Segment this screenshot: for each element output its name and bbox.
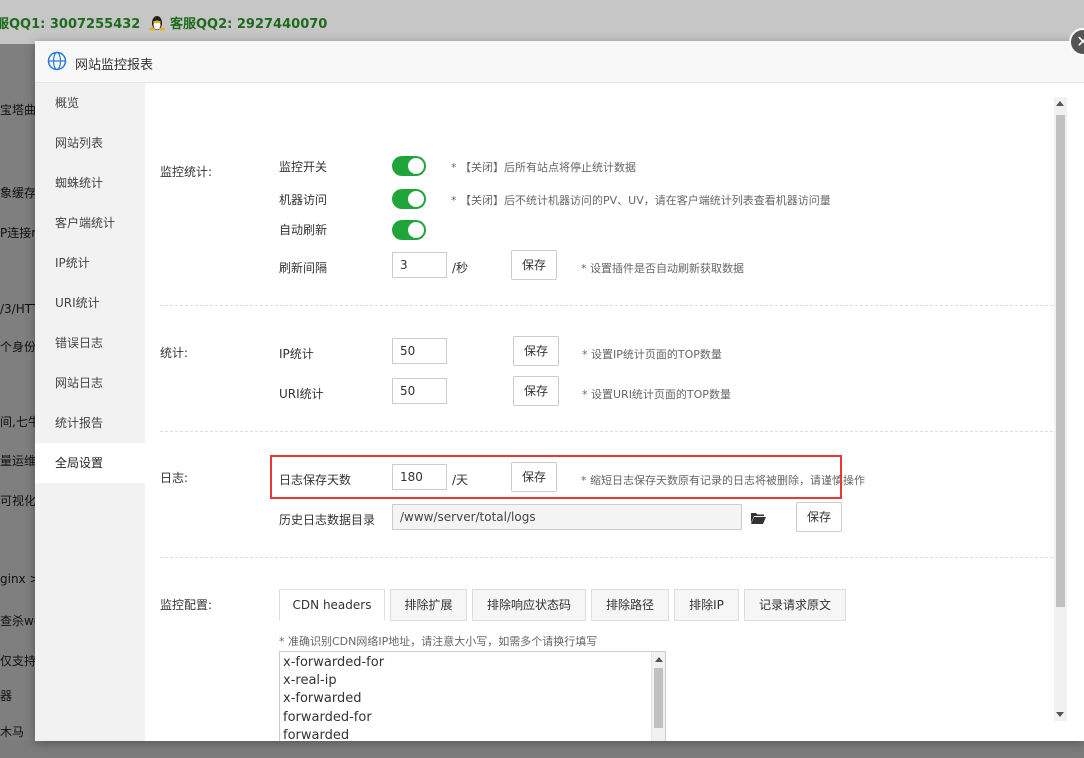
bg-side-item: P连接re	[0, 226, 40, 240]
menu-item-stats-report[interactable]: 统计报告	[35, 403, 145, 443]
logs-section-label: 日志:	[160, 471, 189, 485]
menu-item-error-log[interactable]: 错误日志	[35, 323, 145, 363]
background-sidebar	[0, 44, 40, 758]
cdn-header-line: x-forwarded-for	[283, 655, 385, 670]
ip-top-save-button[interactable]: 保存	[513, 336, 559, 366]
section-divider	[160, 431, 1053, 432]
scroll-down-arrow-icon[interactable]	[1056, 712, 1064, 717]
robot-access-note: * 【关闭】后不统计机器访问的PV、UV，请在客户端统计列表查看机器访问量	[451, 194, 831, 207]
cdn-headers-hint: * 准确识别CDN网络IP地址，请注意大小写，如需多个请换行填写	[279, 635, 598, 648]
folder-open-icon[interactable]	[750, 511, 766, 525]
robot-access-toggle[interactable]	[392, 189, 426, 209]
scroll-up-arrow-icon[interactable]	[1056, 101, 1064, 106]
auto-refresh-toggle[interactable]	[392, 220, 426, 240]
bg-side-item: 器	[0, 689, 13, 703]
dialog-header: 网站监控报表	[35, 41, 1084, 83]
qq2-text: 客服QQ2: 2927440070	[170, 17, 328, 32]
log-dir-label: 历史日志数据目录	[279, 513, 376, 527]
menu-item-uri-stats[interactable]: URI统计	[35, 283, 145, 323]
cdn-header-line: x-real-ip	[283, 673, 337, 689]
menu-item-ip-stats[interactable]: IP统计	[35, 243, 145, 283]
textarea-scrollbar[interactable]	[651, 652, 665, 741]
textarea-scroll-thumb[interactable]	[654, 668, 663, 728]
tab-cdn-headers[interactable]: CDN headers	[279, 589, 385, 621]
cdn-header-line: forwarded	[283, 727, 350, 741]
section-divider	[160, 557, 1053, 558]
bg-side-item: 象缓存	[0, 186, 37, 200]
tab-record-request[interactable]: 记录请求原文	[744, 589, 846, 621]
bg-side-item: 查杀we	[0, 614, 40, 628]
bg-side-item: 仅支持	[0, 654, 37, 668]
refresh-interval-save-button[interactable]: 保存	[511, 250, 557, 280]
bg-side-item: ginx >	[0, 572, 40, 586]
monitor-switch-label: 监控开关	[279, 160, 328, 174]
uri-top-save-button[interactable]: 保存	[513, 376, 559, 406]
ip-top-label: IP统计	[279, 347, 314, 361]
ip-top-note: * 设置IP统计页面的TOP数量	[582, 348, 722, 361]
monitor-switch-note: * 【关闭】后所有站点将停止统计数据	[451, 161, 636, 174]
content-scrollbar[interactable]	[1054, 97, 1067, 721]
uri-top-input[interactable]: 50	[392, 378, 447, 404]
menu-item-site-log[interactable]: 网站日志	[35, 363, 145, 403]
stats-section-label: 统计:	[160, 346, 189, 360]
bg-side-item: 可视化智	[0, 494, 40, 508]
settings-content: 监控统计: 监控开关 * 【关闭】后所有站点将停止统计数据 机器访问 * 【关闭…	[145, 83, 1084, 741]
qq2-contact: 客服QQ2: 2927440070	[147, 13, 327, 32]
log-dir-save-button[interactable]: 保存	[796, 502, 842, 532]
background-footer	[0, 740, 1084, 758]
menu-item-spider-stats[interactable]: 蜘蛛统计	[35, 163, 145, 203]
monitor-report-dialog: 网站监控报表 概览 网站列表 蜘蛛统计 客户端统计 IP统计 URI统计 错误日…	[35, 41, 1084, 741]
refresh-interval-label: 刷新间隔	[279, 261, 328, 275]
refresh-interval-unit: /秒	[452, 261, 469, 275]
monitor-switch-toggle[interactable]	[392, 156, 426, 176]
bg-side-item: /3/HTT	[0, 302, 40, 316]
bg-side-item: 个身份	[0, 340, 37, 354]
cdn-header-line: forwarded-for	[283, 709, 372, 725]
qq-penguin-icon	[149, 16, 165, 31]
ip-top-input[interactable]: 50	[392, 338, 447, 364]
cdn-headers-textarea[interactable]: x-forwarded-for x-real-ip x-forwarded fo…	[279, 651, 666, 741]
log-dir-highlight	[270, 455, 842, 499]
qq1-text: 服QQ1: 3007255432	[0, 17, 141, 32]
content-scroll-thumb[interactable]	[1056, 115, 1065, 607]
tab-exclude-status[interactable]: 排除响应状态码	[472, 589, 586, 621]
section-divider	[160, 305, 1053, 306]
scroll-up-arrow-icon[interactable]	[655, 657, 663, 662]
tab-exclude-path[interactable]: 排除路径	[591, 589, 669, 621]
monitor-section-label: 监控统计:	[160, 165, 213, 179]
refresh-interval-note: * 设置插件是否自动刷新获取数据	[581, 262, 744, 275]
tab-exclude-ip[interactable]: 排除IP	[674, 589, 739, 621]
auto-refresh-label: 自动刷新	[279, 223, 328, 237]
config-section-label: 监控配置:	[160, 598, 213, 612]
bg-side-item: 木马	[0, 725, 25, 739]
menu-item-client-stats[interactable]: 客户端统计	[35, 203, 145, 243]
monitor-logo-icon	[47, 51, 67, 71]
cdn-header-line: x-forwarded	[283, 691, 362, 707]
uri-top-label: URI统计	[279, 387, 324, 401]
refresh-interval-input[interactable]: 3	[392, 252, 447, 278]
robot-access-label: 机器访问	[279, 193, 328, 207]
bg-side-item: 宝塔曲	[0, 103, 37, 117]
log-dir-input[interactable]: /www/server/total/logs	[392, 504, 742, 530]
menu-item-site-list[interactable]: 网站列表	[35, 123, 145, 163]
dialog-title: 网站监控报表	[75, 58, 154, 73]
menu-item-overview[interactable]: 概览	[35, 83, 145, 123]
bg-side-item: 量运维	[0, 454, 37, 468]
tab-exclude-ext[interactable]: 排除扩展	[390, 589, 467, 621]
menu-item-global-settings[interactable]: 全局设置	[35, 443, 145, 483]
uri-top-note: * 设置URI统计页面的TOP数量	[582, 388, 731, 401]
bg-side-item: 间,七牛	[0, 415, 40, 429]
settings-menu: 概览 网站列表 蜘蛛统计 客户端统计 IP统计 URI统计 错误日志 网站日志 …	[35, 83, 145, 741]
